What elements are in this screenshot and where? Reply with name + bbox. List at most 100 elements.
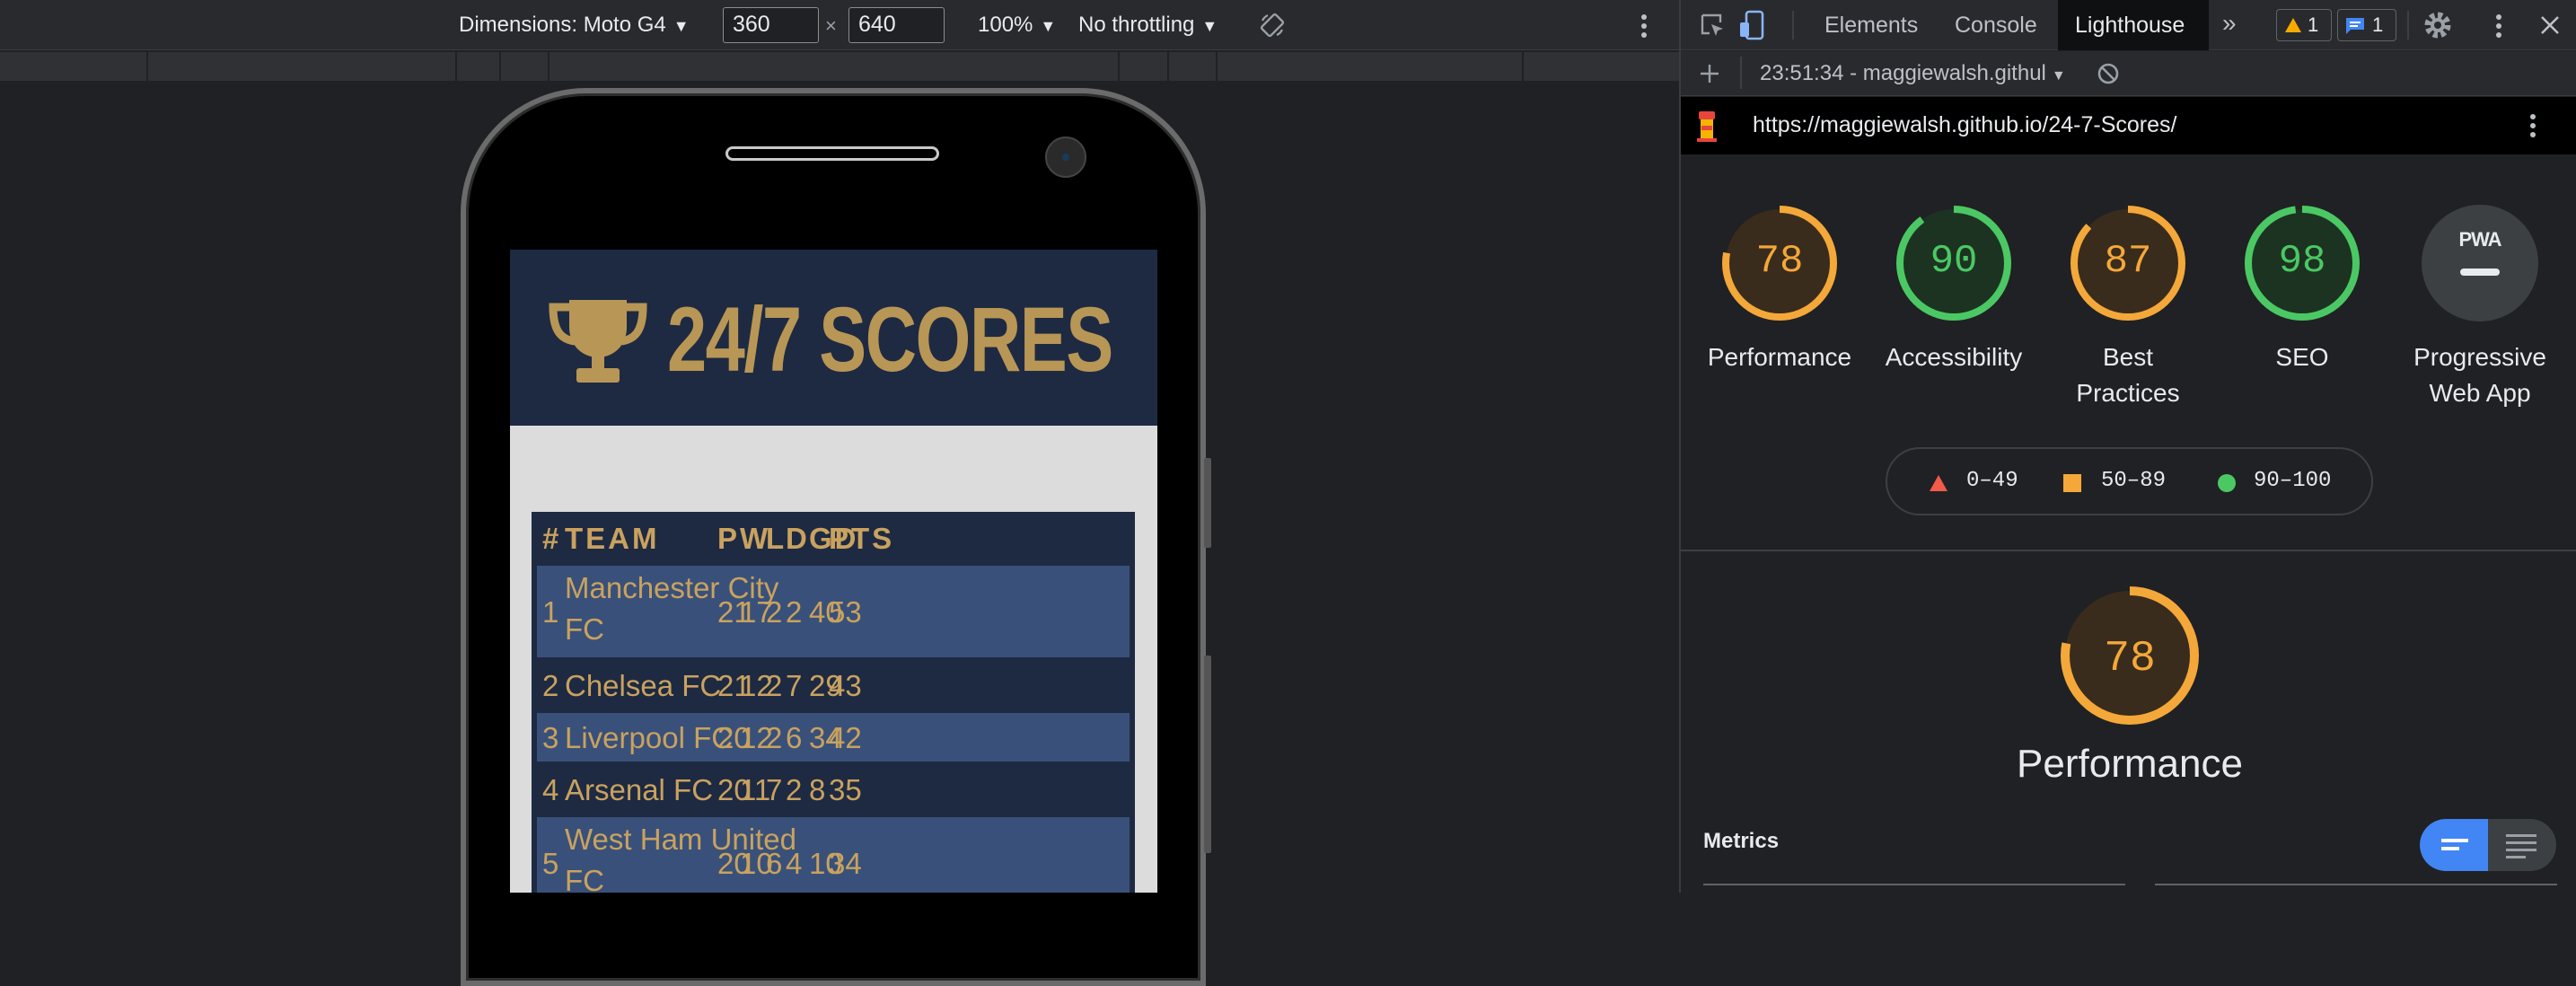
table-row: 2 21 12 2 7 29 43 Chelsea FC: [537, 661, 1130, 709]
gauge-label-line1: Best: [2102, 343, 2154, 371]
gauge-best[interactable]: 87: [2070, 205, 2186, 321]
inspect-element-icon[interactable]: [1699, 12, 1726, 39]
table-row: 1 21 17 2 2 40 53 Manchester City FC: [537, 566, 1130, 657]
rotate-icon[interactable]: [1259, 12, 1286, 39]
report-url[interactable]: https://maggiewalsh.github.io/24-7-Score…: [1753, 112, 2176, 138]
cell-team-line2: FC: [565, 612, 604, 646]
settings-gear-icon[interactable]: [2422, 10, 2453, 40]
header-p: P: [717, 522, 741, 555]
pwa-label: Progressive Web App: [2390, 339, 2570, 411]
gauge-label-line1: Accessibility: [1885, 343, 2023, 371]
device-screen[interactable]: 24/7 SCORES # TEAM P W L D GD PTS 1 21 17 2…: [510, 250, 1157, 893]
caret-down-icon: ▼: [2051, 68, 2066, 84]
cell-pos: 5: [542, 847, 559, 880]
new-report-plus-icon[interactable]: [1699, 63, 1720, 84]
caret-down-icon: ▼: [673, 17, 690, 35]
cell-team: Chelsea FC: [565, 669, 722, 702]
gauge-score: 90: [1930, 239, 1978, 284]
gauge-label: Best Practices: [2038, 339, 2218, 411]
report-select-label: 23:51:34 - maggiewalsh.githul: [1760, 61, 2046, 85]
site-title: 24/7 SCORES: [667, 288, 1113, 391]
devtools-menu-icon[interactable]: [2494, 13, 2503, 40]
header-pts: PTS: [829, 522, 895, 555]
warning-count: 1: [2308, 13, 2319, 36]
cell-team: West Ham United: [565, 823, 796, 856]
media-query-ruler[interactable]: [0, 52, 1679, 81]
gauge-label-line1: SEO: [2275, 343, 2329, 371]
cell-pts: 43: [829, 669, 862, 702]
more-tabs-icon[interactable]: »: [2222, 9, 2237, 38]
gauge-label-line1: Performance: [1707, 343, 1852, 371]
cell-pos: 2: [542, 669, 559, 702]
performance-large-gauge: 78: [2061, 586, 2199, 725]
warnings-badge[interactable]: 1: [2276, 9, 2332, 41]
phone-side-button: [1204, 458, 1211, 548]
cell-pos: 1: [542, 595, 559, 629]
device-viewport-pane: Dimensions: Moto G4 ▼ 360 × 640 100% ▼ No …: [0, 0, 1679, 986]
throttling-select[interactable]: No throttling ▼: [1078, 13, 1218, 38]
gauge-score: 87: [2104, 239, 2152, 284]
cell-l: 2: [766, 721, 783, 754]
cell-team: Manchester City: [565, 571, 779, 604]
performance-section-title: Performance: [2017, 742, 2243, 786]
table-row: 3 20 12 2 6 34 42 Liverpool FC: [537, 713, 1130, 762]
cell-team-line2: FC: [565, 864, 604, 893]
table-row: 4 20 11 7 2 8 35 Arsenal FC: [537, 765, 1130, 814]
score-legend: 0–49 50–89 90–100: [1886, 447, 2373, 515]
section-divider: [1681, 550, 2576, 551]
table-row: 5 20 10 6 4 10 34 West Ham United FC: [537, 817, 1130, 893]
report-menu-icon[interactable]: [2528, 112, 2537, 139]
tab-console[interactable]: Console: [1955, 13, 2037, 39]
lighthouse-logo-icon: [1697, 111, 1717, 142]
tab-elements[interactable]: Elements: [1824, 13, 1918, 39]
cell-pts: 53: [829, 595, 862, 629]
cell-d: 7: [786, 669, 803, 702]
tab-lighthouse[interactable]: Lighthouse: [2058, 0, 2209, 50]
device-width-input[interactable]: 360: [723, 7, 819, 43]
toggle-compact-view[interactable]: [2420, 819, 2488, 871]
cell-pts: 35: [829, 773, 862, 806]
cell-d: 2: [786, 773, 803, 806]
report-select[interactable]: 23:51:34 - maggiewalsh.githul ▼: [1760, 61, 2066, 86]
clear-block-icon[interactable]: [2097, 62, 2120, 85]
cell-l: 7: [766, 773, 783, 806]
gauge-seo[interactable]: 98: [2244, 205, 2361, 321]
league-table: # TEAM P W L D GD PTS 1 21 17 2 2 40 53 Manches…: [532, 512, 1135, 893]
toggle-expanded-view[interactable]: [2488, 819, 2556, 871]
pwa-gauge[interactable]: PWA: [2422, 205, 2538, 321]
cell-gd: 8: [809, 773, 826, 806]
gauge-label-line2: Practices: [2076, 379, 2180, 407]
more-options-icon[interactable]: [1640, 13, 1648, 40]
phone-camera: [1045, 136, 1086, 178]
site-header: 24/7 SCORES: [510, 250, 1157, 426]
device-dimensions-select[interactable]: Dimensions: Moto G4 ▼: [459, 13, 690, 38]
zoom-select[interactable]: 100% ▼: [978, 13, 1056, 38]
trophy-icon: [549, 300, 647, 383]
gauge-label: Accessibility: [1864, 339, 2044, 375]
gauge-accessibility[interactable]: 90: [1895, 205, 2012, 321]
header-team: TEAM: [565, 522, 660, 555]
messages-badge[interactable]: 1: [2337, 9, 2396, 41]
pwa-label-line2: Web App: [2429, 379, 2531, 407]
close-icon[interactable]: [2540, 15, 2560, 35]
pwa-label-line1: Progressive: [2413, 343, 2546, 371]
metrics-view-toggle[interactable]: [2420, 819, 2556, 871]
gauge-performance[interactable]: 78: [1721, 205, 1838, 321]
device-height-input[interactable]: 640: [848, 7, 945, 43]
throttling-label: No throttling: [1078, 13, 1195, 37]
gauge-label: SEO: [2212, 339, 2392, 375]
phone-speaker: [725, 146, 939, 161]
device-dimensions-label: Dimensions: Moto G4: [459, 13, 666, 37]
pass-circle-icon: [2218, 474, 2236, 492]
times-separator: ×: [825, 14, 837, 37]
cell-team: Arsenal FC: [565, 773, 714, 806]
header-d: D: [786, 522, 810, 555]
lighthouse-toolbar: 23:51:34 - maggiewalsh.githul ▼: [1681, 51, 2576, 96]
metric-divider: [2155, 884, 2557, 885]
fail-triangle-icon: [1930, 475, 1947, 491]
tab-lighthouse-label: Lighthouse: [2075, 13, 2185, 38]
legend-average: 50–89: [2101, 469, 2167, 493]
devtools-tab-bar: Elements Console Lighthouse » 1 1: [1681, 0, 2576, 50]
device-toggle-icon[interactable]: [1738, 10, 1765, 40]
cell-pos: 4: [542, 773, 559, 806]
